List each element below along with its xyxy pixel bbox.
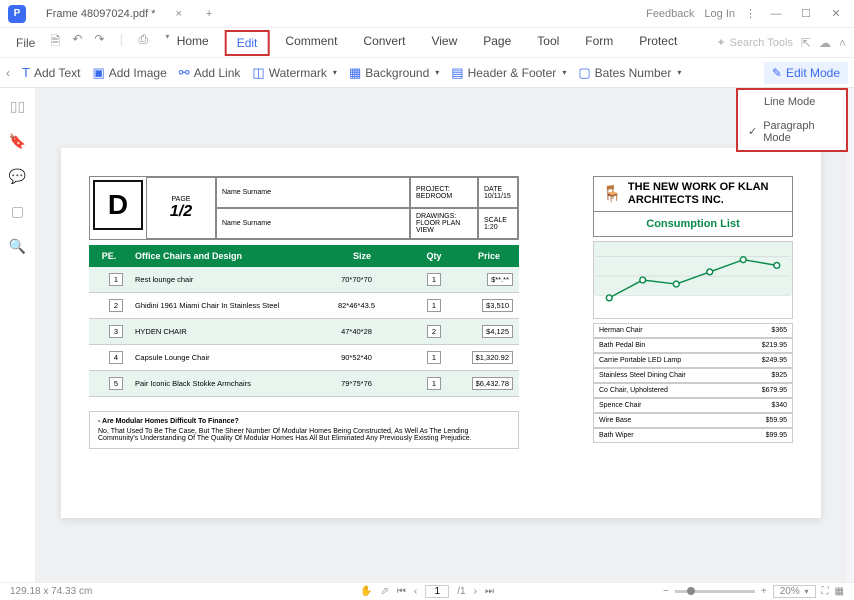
background-button[interactable]: ▦Background▾	[349, 65, 439, 81]
collapse-ribbon-icon[interactable]: ˄	[839, 36, 846, 50]
status-bar: 129.18 x 74.33 cm ✋ ⬀ ⏮ ‹ /1 › ⏭ − + 20%…	[0, 582, 854, 600]
list-item: Bath Wiper$99.95	[593, 428, 793, 443]
tab-view[interactable]: View	[421, 30, 467, 56]
login-link[interactable]: Log In	[704, 8, 735, 20]
watermark-button[interactable]: ◫Watermark▾	[252, 65, 337, 81]
tab-page[interactable]: Page	[473, 30, 521, 56]
note-box: - Are Modular Homes Difficult To Finance…	[89, 411, 519, 449]
search-icon[interactable]: 🔍	[9, 238, 26, 255]
tab-protect[interactable]: Protect	[629, 30, 687, 56]
image-icon: ▣	[92, 65, 104, 81]
page-total: /1	[457, 586, 465, 597]
add-image-button[interactable]: ▣Add Image	[92, 65, 166, 81]
file-menu[interactable]: File	[8, 32, 43, 54]
save-icon[interactable]: 🗎	[47, 32, 63, 53]
tab-tool[interactable]: Tool	[527, 30, 569, 56]
zoom-slider[interactable]	[675, 590, 755, 593]
undo-icon[interactable]: ↶	[69, 32, 85, 53]
edit-mode-button[interactable]: ✎ Edit Mode	[764, 62, 848, 84]
back-icon[interactable]: ‹	[6, 66, 10, 80]
ribbon-tabs: Home Edit Comment Convert View Page Tool…	[167, 30, 688, 56]
paragraph-mode-option[interactable]: ✓Paragraph Mode	[738, 114, 846, 150]
left-sidebar: ▯▯ 🔖 💬 ▢ 🔍	[0, 88, 36, 582]
bates-icon: ▢	[578, 65, 590, 81]
bookmark-icon[interactable]: 🔖	[9, 133, 26, 150]
minimize-icon[interactable]: —	[766, 8, 786, 20]
tab-home[interactable]: Home	[167, 30, 219, 56]
sparkle-icon: ✦	[716, 36, 725, 49]
hand-tool-icon[interactable]: ✋	[360, 586, 372, 597]
edit-mode-dropdown: Line Mode ✓Paragraph Mode	[736, 88, 848, 152]
list-item: Herman Chair$365	[593, 323, 793, 338]
list-item: Co Chair, Upholstered$679.95	[593, 383, 793, 398]
list-item: Spence Chair$340	[593, 398, 793, 413]
select-tool-icon[interactable]: ⬀	[381, 586, 389, 597]
list-item: Bath Pedal Bin$219.95	[593, 338, 793, 353]
tab-convert[interactable]: Convert	[353, 30, 415, 56]
table-row: 3HYDEN CHAIR47*40*282$4,125	[89, 319, 519, 345]
list-item: Wire Base$59.95	[593, 413, 793, 428]
right-title: 🪑 THE NEW WORK OF KLAN ARCHITECTS INC.	[593, 176, 793, 212]
page-dimensions: 129.18 x 74.33 cm	[10, 586, 92, 597]
document-canvas[interactable]: D Name Surname PROJECT: BEDROOM DATE 10/…	[36, 88, 846, 582]
list-item: Stainless Steel Dining Chair$925	[593, 368, 793, 383]
right-subtitle: Consumption List	[593, 212, 793, 237]
pdf-page: D Name Surname PROJECT: BEDROOM DATE 10/…	[61, 148, 821, 518]
edit-mode-icon: ✎	[772, 66, 782, 80]
zoom-out-icon[interactable]: −	[663, 586, 669, 597]
redo-icon[interactable]: ↷	[91, 32, 107, 53]
header-footer-icon: ▤	[451, 65, 463, 81]
search-tools[interactable]: ✦ Search Tools	[716, 36, 793, 49]
first-page-icon[interactable]: ⏮	[397, 586, 406, 597]
link-icon: ⚯	[179, 65, 190, 81]
tab-form[interactable]: Form	[575, 30, 623, 56]
table-row: 1Rest lounge chair70*70*701$**.**	[89, 267, 519, 293]
document-tab[interactable]: Frame 48097024.pdf * ×	[34, 8, 194, 20]
thumbnails-icon[interactable]: ▯▯	[10, 98, 25, 115]
cloud-icon[interactable]: ☁	[819, 36, 831, 50]
header-footer-button[interactable]: ▤Header & Footer▾	[451, 65, 566, 81]
maximize-icon[interactable]: ☐	[796, 7, 816, 20]
text-icon: T	[22, 65, 30, 80]
zoom-in-icon[interactable]: +	[761, 586, 767, 597]
consumption-chart	[593, 241, 793, 319]
app-icon: P	[8, 5, 26, 23]
table-row: 2Ghidini 1961 Miami Chair In Stainless S…	[89, 293, 519, 319]
background-icon: ▦	[349, 65, 361, 81]
watermark-icon: ◫	[252, 65, 264, 81]
prev-page-icon[interactable]: ‹	[414, 586, 417, 597]
consumption-list: Herman Chair$365Bath Pedal Bin$219.95Car…	[593, 323, 793, 443]
last-page-icon[interactable]: ⏭	[485, 586, 494, 597]
list-item: Carrie Portable LED Lamp$249.95	[593, 353, 793, 368]
zoom-select[interactable]: 20% ▾	[773, 585, 816, 598]
add-link-button[interactable]: ⚯Add Link	[179, 65, 241, 81]
line-mode-option[interactable]: Line Mode	[738, 90, 846, 114]
doc-logo: D	[93, 180, 143, 230]
check-icon: ✓	[748, 125, 757, 138]
comments-icon[interactable]: 💬	[9, 168, 26, 185]
new-tab-icon[interactable]: +	[206, 8, 212, 20]
kebab-icon[interactable]: ⋮	[745, 7, 756, 20]
feedback-link[interactable]: Feedback	[646, 8, 694, 20]
table-header: PE. Office Chairs and Design Size Qty Pr…	[89, 245, 519, 267]
page-number-input[interactable]	[425, 585, 449, 598]
bates-number-button[interactable]: ▢Bates Number▾	[578, 65, 681, 81]
tab-comment[interactable]: Comment	[275, 30, 347, 56]
print-icon[interactable]: ⎙	[135, 32, 151, 53]
chair-icon: 🪑	[602, 184, 622, 204]
attachments-icon[interactable]: ▢	[11, 203, 24, 220]
close-window-icon[interactable]: ✕	[826, 7, 846, 20]
view-mode-icon[interactable]: ▦	[835, 586, 844, 597]
share-icon[interactable]: ⇱	[801, 36, 811, 50]
next-page-icon[interactable]: ›	[474, 586, 477, 597]
add-text-button[interactable]: TAdd Text	[22, 65, 80, 80]
tab-edit[interactable]: Edit	[225, 30, 270, 56]
table-row: 5Pair Iconic Black Stokke Armchairs79*75…	[89, 371, 519, 397]
tab-filename: Frame 48097024.pdf *	[46, 8, 155, 20]
close-tab-icon[interactable]: ×	[175, 8, 181, 20]
table-row: 4Capsule Lounge Chair90*52*401$1,320.92	[89, 345, 519, 371]
fit-page-icon[interactable]: ⛶	[822, 586, 829, 597]
